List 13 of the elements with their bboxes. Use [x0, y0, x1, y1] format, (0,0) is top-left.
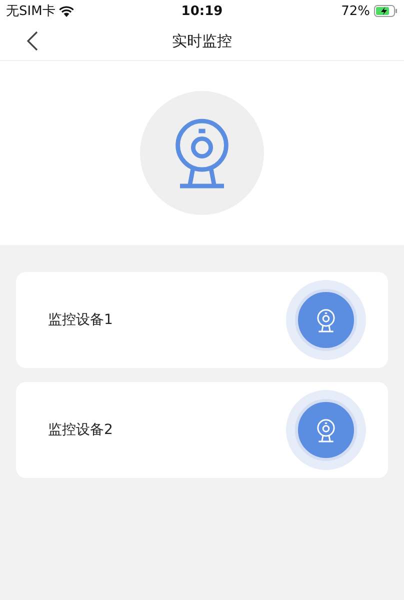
device-name: 监控设备2 — [48, 421, 113, 439]
device-card[interactable]: 监控设备1 — [16, 272, 388, 368]
clock-text: 10:19 — [181, 4, 223, 18]
page-title: 实时监控 — [172, 32, 232, 50]
camera-button[interactable] — [295, 289, 357, 351]
battery-percent: 72% — [341, 4, 370, 18]
webcam-icon — [315, 416, 337, 444]
wifi-icon — [59, 6, 74, 16]
camera-button[interactable] — [295, 399, 357, 461]
carrier-text: 无SIM卡 — [6, 3, 56, 20]
device-card[interactable]: 监控设备2 — [16, 382, 388, 478]
device-name: 监控设备1 — [48, 311, 113, 329]
webcam-icon — [315, 306, 337, 334]
